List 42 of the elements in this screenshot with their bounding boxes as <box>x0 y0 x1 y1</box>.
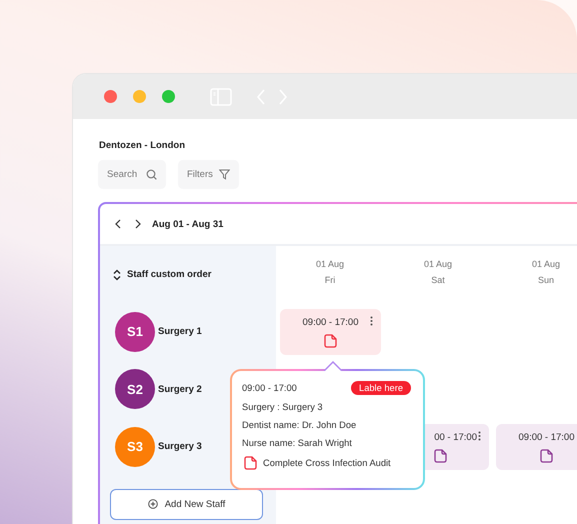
staff-name: Surgery 1 <box>158 326 202 338</box>
filters-button[interactable]: Filters <box>178 160 239 189</box>
day-date: 01 Aug <box>316 258 344 268</box>
day-date: 01 Aug <box>424 258 452 268</box>
minimize-button[interactable] <box>133 90 146 103</box>
sort-icon[interactable] <box>113 268 121 280</box>
next-icon[interactable] <box>134 219 142 229</box>
day-date: 01 Aug <box>532 258 560 268</box>
shift-time: 09:00 - 17:00 <box>518 432 574 442</box>
close-button[interactable] <box>104 90 117 103</box>
shift-time: 09:00 - 17:00 <box>302 316 358 328</box>
search-field[interactable]: Search <box>98 160 166 189</box>
note-icon <box>244 456 257 470</box>
staff-name: Surgery 2 <box>158 384 202 395</box>
plus-icon <box>148 499 158 509</box>
sort-label[interactable]: Staff custom order <box>127 269 212 280</box>
previous-icon[interactable] <box>114 219 122 229</box>
popover-detail: Nurse name: Sarah Wright <box>242 438 353 448</box>
staff-avatar: S1 <box>115 312 155 352</box>
staff-avatar: S3 <box>115 426 155 467</box>
popover-detail: Dentist name: Dr. John Doe <box>242 420 358 430</box>
day-name: Sat <box>431 274 445 284</box>
more-icon[interactable] <box>370 316 373 326</box>
popover-arrow <box>324 361 342 371</box>
add-staff-button[interactable]: Add New Staff <box>110 488 263 520</box>
shift-time: 00 - 17:00 <box>434 432 477 442</box>
staff-name: Surgery 3 <box>158 441 202 452</box>
popover-task: Complete Cross Infection Audit <box>263 458 391 468</box>
popover-time: 09:00 - 17:00 <box>242 382 297 392</box>
popover-detail: Surgery : Surgery 3 <box>242 402 324 412</box>
page-title: Dentozen - London <box>99 140 186 151</box>
date-range: Aug 01 - Aug 31 <box>152 218 224 230</box>
day-name: Sun <box>538 274 554 284</box>
maximize-button[interactable] <box>162 90 175 103</box>
shift-card[interactable]: 09:00 - 17:00 <box>496 424 577 470</box>
popover-tag: Lable here <box>351 380 411 394</box>
more-icon[interactable] <box>478 431 481 441</box>
shift-card[interactable]: 09:00 - 17:00 <box>280 309 381 355</box>
staff-avatar: S2 <box>115 369 155 410</box>
day-name: Fri <box>324 274 336 284</box>
search-icon <box>146 169 157 180</box>
filter-icon <box>218 169 230 180</box>
